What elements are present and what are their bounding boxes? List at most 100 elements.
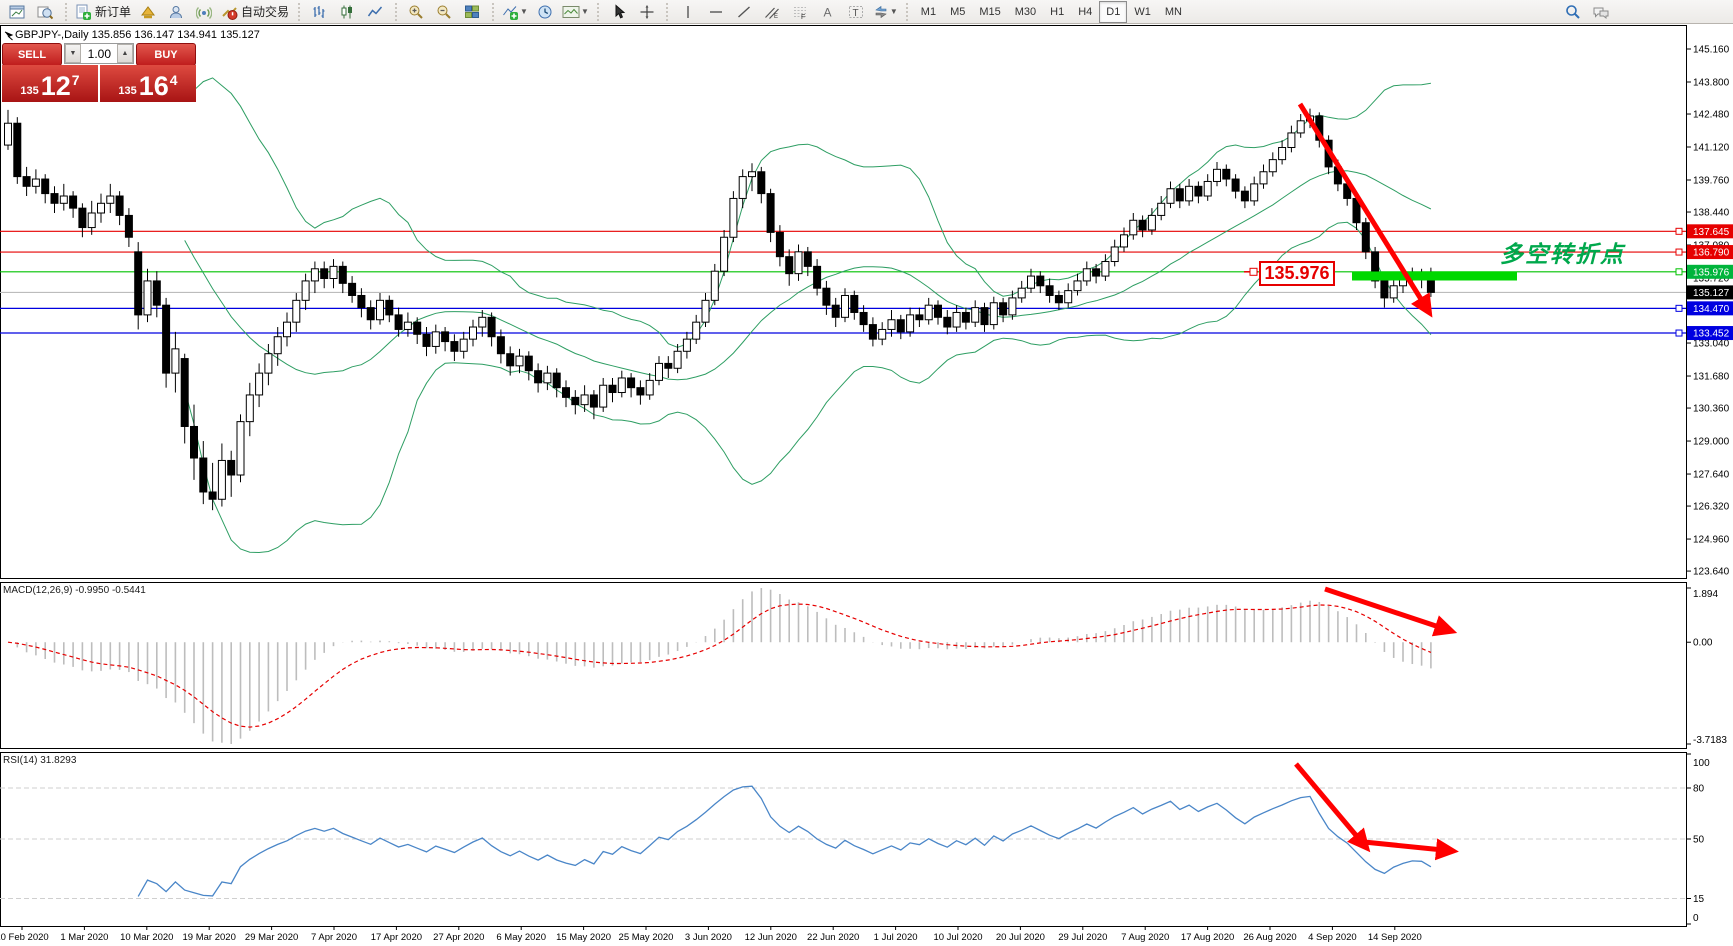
- price-axis-label: 130.360: [1693, 404, 1730, 415]
- volume-up-icon[interactable]: ▲: [117, 44, 133, 63]
- timeframe-button-mn[interactable]: MN: [1158, 1, 1189, 23]
- candles-icon[interactable]: [333, 1, 361, 23]
- candle-body: [609, 385, 616, 392]
- volume-value[interactable]: 1.00: [81, 47, 117, 61]
- trendline-icon[interactable]: [730, 1, 758, 23]
- level-handle: [1676, 305, 1682, 311]
- candle-body: [832, 305, 839, 317]
- timeframe-button-w1[interactable]: W1: [1127, 1, 1158, 23]
- tile-windows-icon[interactable]: [458, 1, 486, 23]
- candle-body: [79, 208, 86, 227]
- history-center-icon[interactable]: [134, 1, 162, 23]
- macd-histogram: 1.8940.00-3.7183: [8, 588, 1727, 746]
- ask-price-tile[interactable]: 135 16 4: [100, 65, 196, 102]
- candle-body: [1390, 286, 1397, 298]
- timeframe-button-m1[interactable]: M1: [914, 1, 943, 23]
- timeframe-button-m30[interactable]: M30: [1008, 1, 1043, 23]
- text-icon[interactable]: A: [814, 1, 842, 23]
- candle-body: [860, 312, 867, 324]
- candle-body: [935, 305, 942, 317]
- candle-body: [1381, 281, 1388, 298]
- date-axis-label: 1 Jul 2020: [874, 932, 918, 943]
- bars-icon[interactable]: [305, 1, 333, 23]
- candle-body: [228, 460, 235, 475]
- date-axis-label: 17 Apr 2020: [371, 932, 422, 943]
- clock-icon[interactable]: [531, 1, 559, 23]
- ask-big-digits: 16: [139, 73, 169, 100]
- candle-body: [516, 356, 523, 366]
- red-arrow: [1325, 589, 1442, 628]
- candle-body: [367, 308, 374, 320]
- crosshair-icon[interactable]: [633, 1, 661, 23]
- candle-body: [218, 460, 225, 499]
- chat-icon[interactable]: [1587, 1, 1615, 23]
- level-tag-text: 134.470: [1693, 304, 1730, 315]
- volume-down-icon[interactable]: ▼: [65, 44, 81, 63]
- candle-body: [1130, 220, 1137, 235]
- buy-button[interactable]: BUY: [136, 43, 196, 66]
- svg-text:F: F: [801, 14, 805, 20]
- timeframe-button-d1[interactable]: D1: [1099, 1, 1127, 23]
- date-axis-label: 25 May 2020: [619, 932, 674, 943]
- candle-body: [1083, 269, 1090, 281]
- candle-body: [665, 363, 672, 368]
- level-handle: [1676, 228, 1682, 234]
- fibonacci-icon[interactable]: F: [786, 1, 814, 23]
- price-axis-label: 141.120: [1693, 143, 1730, 154]
- macd-axis-label: 0.00: [1693, 638, 1713, 649]
- cursor-icon[interactable]: [605, 1, 633, 23]
- candle-body: [1186, 186, 1193, 201]
- candle-body: [88, 213, 95, 228]
- bid-price-tile[interactable]: 135 12 7: [2, 65, 98, 102]
- autotrading-button[interactable]: 自动交易: [218, 1, 292, 23]
- candle-body: [842, 295, 849, 317]
- candle-body: [256, 373, 263, 395]
- candle-body: [423, 334, 430, 346]
- svg-text:T: T: [852, 8, 858, 19]
- macd-axis-label: -3.7183: [1693, 735, 1727, 746]
- sell-button[interactable]: SELL: [2, 43, 62, 66]
- candle-body: [674, 351, 681, 368]
- volume-stepper[interactable]: ▼ 1.00 ▲: [64, 43, 134, 64]
- new-order-button[interactable]: 新订单: [72, 1, 134, 23]
- timeframe-button-m15[interactable]: M15: [972, 1, 1007, 23]
- chart-window-icon[interactable]: [3, 1, 31, 23]
- candle-body: [1158, 203, 1165, 215]
- indicators-add-icon[interactable]: ▼: [499, 1, 531, 23]
- search-icon[interactable]: [1559, 1, 1587, 23]
- candle-body: [646, 380, 653, 395]
- candle-body: [525, 356, 532, 371]
- candle-body: [1260, 172, 1267, 184]
- candle-body: [237, 422, 244, 475]
- arrows-icon[interactable]: ▼: [870, 1, 901, 23]
- price-level-annotation-box[interactable]: 135.976: [1259, 261, 1335, 286]
- price-chart[interactable]: 145.160143.800142.480141.120139.760138.4…: [0, 0, 1733, 946]
- signals-icon[interactable]: [190, 1, 218, 23]
- zoom-in-icon[interactable]: [402, 1, 430, 23]
- candle-body: [404, 322, 411, 329]
- template-icon[interactable]: ▼: [559, 1, 592, 23]
- timeframe-button-h1[interactable]: H1: [1043, 1, 1071, 23]
- candle-body: [916, 315, 923, 320]
- candle-body: [377, 300, 384, 319]
- price-axis-label: 129.000: [1693, 437, 1730, 448]
- profiles-icon[interactable]: [31, 1, 59, 23]
- price-axis-label: 127.640: [1693, 470, 1730, 481]
- terminal-icon[interactable]: [162, 1, 190, 23]
- horizontal-line-icon[interactable]: [702, 1, 730, 23]
- date-axis-label: 26 Aug 2020: [1243, 932, 1296, 943]
- label-icon[interactable]: T: [842, 1, 870, 23]
- candle-body: [618, 378, 625, 393]
- timeframe-button-h4[interactable]: H4: [1071, 1, 1099, 23]
- candle-body: [972, 308, 979, 323]
- toolbar-separator: [63, 3, 68, 21]
- channel-icon[interactable]: E: [758, 1, 786, 23]
- vertical-line-icon[interactable]: [674, 1, 702, 23]
- zoom-out-icon[interactable]: [430, 1, 458, 23]
- candle-body: [637, 388, 644, 395]
- turning-point-annotation[interactable]: 多空转折点: [1500, 235, 1625, 269]
- line-chart-icon[interactable]: [361, 1, 389, 23]
- candle-body: [51, 194, 58, 204]
- candle-body: [181, 359, 188, 427]
- timeframe-button-m5[interactable]: M5: [943, 1, 972, 23]
